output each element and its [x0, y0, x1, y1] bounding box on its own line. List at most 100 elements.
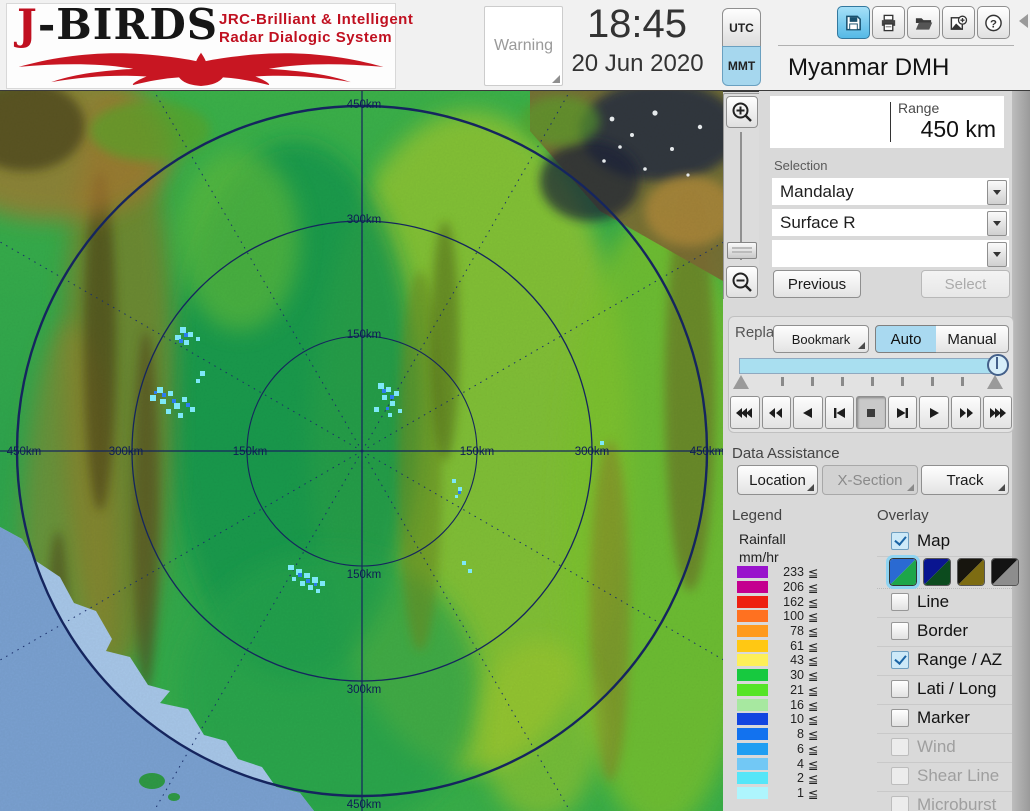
step-back-button[interactable] — [824, 396, 855, 429]
checkbox[interactable] — [891, 738, 909, 756]
chevron-down-icon — [993, 252, 1001, 257]
fast-forward-2-button[interactable] — [950, 396, 981, 429]
legend-row: 61 ≦ — [737, 639, 837, 654]
replay-timeline-handle[interactable] — [987, 354, 1009, 376]
overlay-item-lati-long[interactable]: Lati / Long — [877, 676, 1012, 705]
overlay-item-range-az[interactable]: Range / AZ — [877, 647, 1012, 676]
replay-timeline-track[interactable] — [739, 358, 1005, 374]
bookmark-button[interactable]: Bookmark — [773, 325, 869, 353]
add-image-button[interactable] — [942, 6, 975, 39]
range-label: 150km — [347, 329, 382, 341]
checkbox[interactable] — [891, 532, 909, 550]
legend-row: 206 ≦ — [737, 580, 837, 595]
fast-rewind-2-button[interactable] — [761, 396, 792, 429]
timeline-start-marker[interactable] — [733, 375, 749, 389]
range-label: 300km — [575, 446, 610, 458]
legend-swatch — [737, 610, 768, 622]
reverse-play-button[interactable] — [793, 396, 823, 429]
help-button[interactable]: ? — [977, 6, 1010, 39]
dropdown-button[interactable] — [987, 211, 1007, 236]
legend-value: 30 — [790, 668, 804, 682]
overlay-item-line[interactable]: Line — [877, 589, 1012, 618]
legend-swatch — [737, 654, 768, 666]
checkbox[interactable] — [891, 767, 909, 785]
overlay-item-marker[interactable]: Marker — [877, 705, 1012, 734]
replay-panel: Replay Bookmark Auto Manual — [728, 316, 1014, 433]
map-style-swatch-3[interactable] — [957, 558, 985, 586]
legend-row: 100 ≦ — [737, 609, 837, 624]
overlay-item-label: Wind — [917, 737, 956, 756]
option-dropdown[interactable] — [772, 240, 1009, 267]
legend-swatch — [737, 713, 768, 725]
zoom-out-button[interactable] — [726, 266, 758, 298]
checkbox[interactable] — [891, 796, 909, 811]
x-section-button[interactable]: X-Section — [822, 465, 918, 495]
step-forward-button[interactable] — [887, 396, 918, 429]
previous-button[interactable]: Previous — [773, 270, 861, 298]
legend-operator: ≦ — [808, 698, 819, 713]
select-button[interactable]: Select — [921, 270, 1010, 298]
checkbox[interactable] — [891, 680, 909, 698]
overlay-item-microburst[interactable]: Microburst — [877, 792, 1012, 811]
dropdown-button[interactable] — [987, 242, 1007, 267]
radar-map[interactable]: 450km 300km 150km 150km 300km 450km 450k… — [0, 91, 723, 811]
range-label: 450km — [7, 446, 42, 458]
fast-forward-3-button[interactable] — [982, 396, 1013, 429]
legend-title: Legend — [732, 507, 783, 524]
legend-operator: ≦ — [808, 609, 819, 624]
legend-value: 100 — [783, 609, 804, 623]
legend-value: 233 — [783, 565, 804, 579]
checkbox[interactable] — [891, 622, 909, 640]
panel-edge-strip[interactable] — [1012, 91, 1030, 811]
print-button[interactable] — [872, 6, 905, 39]
legend-swatch — [737, 787, 768, 799]
manual-mode-button[interactable]: Manual — [936, 325, 1009, 353]
stop-button[interactable] — [856, 396, 886, 429]
overlay-item-border[interactable]: Border — [877, 618, 1012, 647]
range-label: 450km — [347, 799, 382, 811]
timeline-tick — [871, 377, 874, 386]
range-label: 150km — [460, 446, 495, 458]
brand-title: J-BIRDS — [17, 0, 218, 49]
legend-operator: ≦ — [808, 653, 819, 668]
checkbox[interactable] — [891, 709, 909, 727]
overlay-item-shear-line[interactable]: Shear Line — [877, 763, 1012, 792]
menu-fold-icon — [807, 484, 814, 491]
overlay-item-label: Marker — [917, 708, 970, 727]
timeline-end-marker[interactable] — [987, 375, 1003, 389]
track-label: Track — [946, 471, 984, 489]
overlay-item-label: Microburst — [917, 795, 997, 811]
play-button[interactable] — [919, 396, 949, 429]
data-assistance-title: Data Assistance — [732, 445, 840, 462]
map-style-swatch-1[interactable] — [886, 555, 920, 589]
top-bar: J-BIRDS JRC-Brilliant & Intelligent Rada… — [0, 0, 1030, 92]
map-style-swatch-2[interactable] — [923, 558, 951, 586]
clock-time: 18:45 — [586, 2, 688, 46]
save-button[interactable] — [837, 6, 870, 39]
mmt-button[interactable]: MMT — [722, 46, 761, 86]
utc-button[interactable]: UTC — [722, 8, 761, 48]
timeline-tick — [901, 377, 904, 386]
location-button[interactable]: Location — [737, 465, 818, 495]
panel-collapse-arrow-icon[interactable] — [1019, 14, 1028, 28]
map-style-swatch-4[interactable] — [991, 558, 1019, 586]
stop-icon — [867, 408, 876, 417]
checkbox[interactable] — [891, 651, 909, 669]
product-dropdown[interactable]: Surface R — [772, 209, 1009, 236]
checkbox[interactable] — [891, 593, 909, 611]
legend-value: 78 — [790, 624, 804, 638]
overlay-item-wind[interactable]: Wind — [877, 734, 1012, 763]
overlay-item-map[interactable]: Map — [877, 528, 1012, 557]
open-folder-button[interactable] — [907, 6, 940, 39]
zoom-slider-handle[interactable] — [727, 242, 757, 259]
overlay-item-label: Map — [917, 531, 951, 550]
zoom-in-button[interactable] — [726, 96, 758, 128]
site-dropdown[interactable]: Mandalay — [772, 178, 1009, 205]
dropdown-button[interactable] — [987, 180, 1007, 205]
auto-mode-button[interactable]: Auto — [875, 325, 937, 353]
track-button[interactable]: Track — [921, 465, 1009, 495]
fast-rewind-3-button[interactable] — [730, 396, 760, 429]
legend-row: 43 ≦ — [737, 653, 837, 668]
zoom-slider-track[interactable] — [740, 132, 742, 260]
range-label: 450km — [347, 99, 382, 111]
